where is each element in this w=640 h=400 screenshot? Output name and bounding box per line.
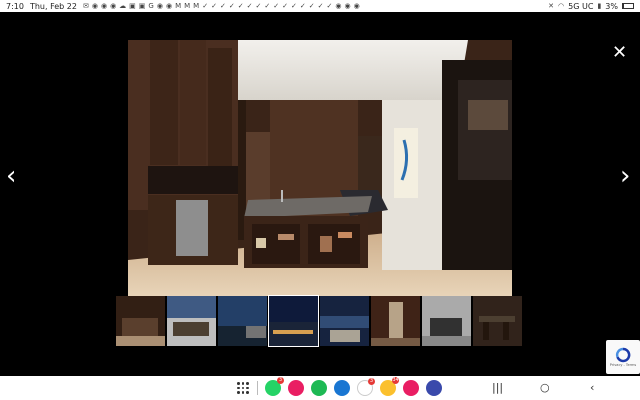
app-badge: 3 xyxy=(368,378,375,385)
thumbnail-strip xyxy=(116,295,522,348)
app-icon: ◉ xyxy=(165,2,173,10)
main-photo[interactable] xyxy=(128,40,512,296)
chrome-icon: ◉ xyxy=(335,2,342,10)
next-image-button[interactable]: › xyxy=(620,163,630,189)
check-icon: ✓ xyxy=(255,2,262,10)
recaptcha-text: Privacy - Terms xyxy=(609,363,637,367)
check-icon: ✓ xyxy=(228,2,235,10)
app-icon: ◉ xyxy=(353,2,360,10)
app-badge: 34 xyxy=(392,377,399,384)
recaptcha-badge[interactable]: Privacy - Terms xyxy=(606,340,640,374)
skype-icon: ◉ xyxy=(100,2,108,10)
check-icon: ✓ xyxy=(282,2,288,10)
kitchen-photo xyxy=(128,40,512,296)
thumbnail-5[interactable] xyxy=(320,296,369,346)
check-icon: ✓ xyxy=(202,2,209,10)
thumbnail-2[interactable] xyxy=(167,296,216,346)
gmail-icon[interactable]: 3 xyxy=(357,378,375,396)
phone-app-icon[interactable] xyxy=(288,380,304,396)
check-icon: ✓ xyxy=(246,2,253,10)
navigation-bar: 3 3 34 ||| ○ ‹ xyxy=(0,376,640,400)
battery-icon xyxy=(622,3,634,9)
status-date: Thu, Feb 22 xyxy=(29,1,77,11)
check-icon: ✓ xyxy=(290,2,297,10)
status-right: ✕ ◠ 5G UC ▮ 3% xyxy=(548,0,634,12)
check-icon: ✓ xyxy=(326,2,333,10)
battery-percent: 3% xyxy=(605,1,618,11)
check-icon: ✓ xyxy=(308,2,315,10)
app-icon: ▣ xyxy=(138,2,146,10)
flower-app-icon[interactable] xyxy=(403,380,419,396)
app-dock: 3 3 34 xyxy=(236,377,442,396)
check-icon: ✓ xyxy=(237,2,244,10)
close-button[interactable]: ✕ xyxy=(612,44,627,62)
thumbnail-1[interactable] xyxy=(116,296,165,346)
screen: 7:10 Thu, Feb 22 ✉ ◉ ◉ ◉ ☁ ▣ ▣ G ◉ ◉ M M… xyxy=(0,0,640,400)
app-icon: ▣ xyxy=(129,2,136,10)
recaptcha-icon xyxy=(615,347,631,363)
app-badge: 3 xyxy=(277,377,284,384)
check-icon: ✓ xyxy=(317,2,324,10)
mail-icon: ✉ xyxy=(82,2,89,10)
signal-icon: ▮ xyxy=(597,2,602,10)
message-icon: ◉ xyxy=(110,2,117,10)
status-bar: 7:10 Thu, Feb 22 ✉ ◉ ◉ ◉ ☁ ▣ ▣ G ◉ ◉ M M… xyxy=(0,0,640,12)
green-app-icon[interactable] xyxy=(311,380,327,396)
check-icon: ✓ xyxy=(211,2,217,10)
whatsapp-icon: ◉ xyxy=(91,2,98,10)
home-button[interactable]: ○ xyxy=(540,380,550,396)
status-time: 7:10 xyxy=(6,1,24,11)
gmail-icon: M xyxy=(175,2,182,10)
check-icon: ✓ xyxy=(264,2,271,10)
app-icon: ◉ xyxy=(344,2,351,10)
thumbnail-6[interactable] xyxy=(371,296,420,346)
dock-divider xyxy=(257,381,258,395)
gmail-icon: M xyxy=(193,2,200,10)
mute-icon: ✕ xyxy=(548,2,555,10)
cloud-icon: ☁ xyxy=(119,2,127,10)
thumbnail-8[interactable] xyxy=(473,296,522,346)
check-icon: ✓ xyxy=(273,2,280,10)
google-icon: G xyxy=(148,2,154,10)
pinterest-icon: ◉ xyxy=(156,2,163,10)
thumbnail-7[interactable] xyxy=(422,296,471,346)
back-button[interactable]: ‹ xyxy=(590,380,594,396)
messages-icon[interactable] xyxy=(334,380,350,396)
check-icon: ✓ xyxy=(299,2,306,10)
thumbnail-4[interactable] xyxy=(268,295,319,347)
chrome-icon[interactable]: 34 xyxy=(380,377,399,396)
settings-icon[interactable] xyxy=(426,380,442,396)
recents-button[interactable]: ||| xyxy=(492,380,503,396)
wifi-icon: ◠ xyxy=(558,2,565,10)
check-icon: ✓ xyxy=(219,2,226,10)
notification-icons: ✉ ◉ ◉ ◉ ☁ ▣ ▣ G ◉ ◉ M M M ✓ ✓ ✓ ✓ ✓ ✓ ✓ … xyxy=(83,0,548,12)
apps-grid-icon[interactable] xyxy=(236,381,250,395)
previous-image-button[interactable]: ‹ xyxy=(6,163,16,189)
thumbnail-3[interactable] xyxy=(218,296,267,346)
network-type: 5G UC xyxy=(568,1,594,11)
whatsapp-icon[interactable]: 3 xyxy=(265,377,284,396)
gmail-icon: M xyxy=(184,2,191,10)
